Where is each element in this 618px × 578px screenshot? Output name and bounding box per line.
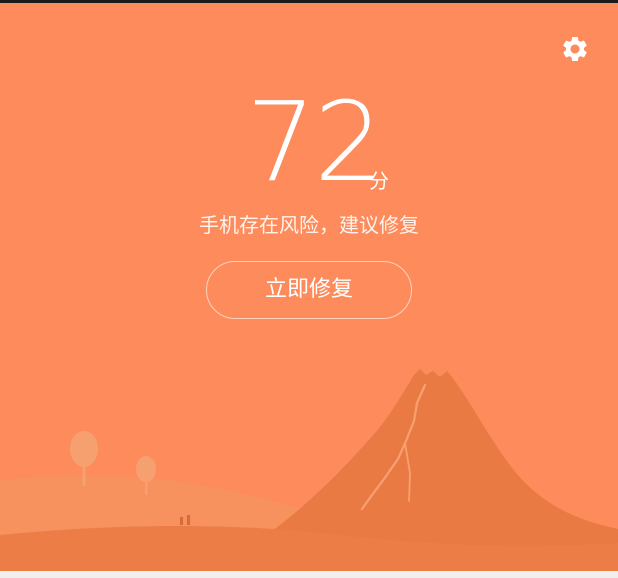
score-panel: 72 分 手机存在风险，建议修复 立即修复 <box>0 3 618 571</box>
bottom-strip <box>0 571 618 578</box>
security-score: 72 <box>246 78 384 206</box>
score-unit: 分 <box>369 169 389 193</box>
settings-button[interactable] <box>560 34 590 64</box>
risk-status-text: 手机存在风险，建议修复 <box>199 213 419 237</box>
fix-now-button[interactable]: 立即修复 <box>206 261 412 319</box>
security-scan-screen: 72 分 手机存在风险，建议修复 立即修复 <box>0 0 618 578</box>
gear-icon <box>563 37 587 61</box>
